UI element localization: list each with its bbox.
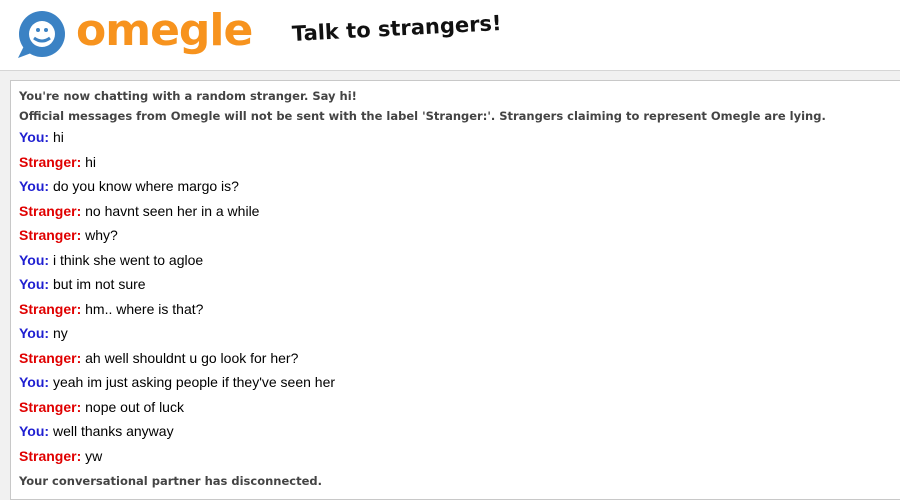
chat-message: You: hi (19, 129, 64, 145)
you-label: You: (19, 276, 50, 292)
chat-message: You: do you know where margo is? (19, 178, 239, 194)
stranger-label: Stranger: (19, 447, 82, 464)
message-text: well thanks anyway (49, 423, 174, 439)
chat-message: Stranger: hi (19, 154, 96, 170)
stranger-label: Stranger: (19, 349, 82, 366)
omegle-logo[interactable]: omegle (16, 5, 253, 62)
chat-message: You: yeah im just asking people if they'… (19, 374, 335, 390)
disconnect-message: Your conversational partner has disconne… (19, 474, 322, 488)
you-label: You: (19, 251, 50, 268)
message-text: nope out of luck (81, 398, 184, 415)
tagline: Talk to strangers! (291, 11, 503, 46)
chat-bubble-logo-icon (18, 11, 65, 58)
intro-message: You're now chatting with a random strang… (19, 89, 357, 103)
message-text: no havnt seen her in a while (81, 202, 260, 219)
chat-message: Stranger: ah well shouldnt u go look for… (19, 350, 298, 366)
chat-log[interactable]: You're now chatting with a random strang… (10, 80, 900, 500)
logo-text: omegle (76, 5, 253, 56)
stranger-label: Stranger: (19, 153, 82, 170)
chat-message: You: but im not sure (19, 276, 146, 292)
you-label: You: (19, 178, 50, 194)
you-label: You: (19, 325, 50, 341)
message-text: do you know where margo is? (49, 178, 239, 194)
message-text: hi (49, 129, 64, 145)
chat-message: You: i think she went to agloe (19, 252, 203, 268)
stranger-label: Stranger: (19, 398, 82, 415)
stranger-label: Stranger: (19, 300, 82, 317)
message-text: but im not sure (49, 276, 146, 292)
chat-message: Stranger: no havnt seen her in a while (19, 203, 259, 219)
stranger-label: Stranger: (19, 202, 82, 219)
you-label: You: (19, 423, 50, 439)
you-label: You: (19, 129, 50, 145)
chat-message: Stranger: hm.. where is that? (19, 301, 203, 317)
message-text: hm.. where is that? (81, 300, 204, 317)
you-label: You: (19, 374, 50, 390)
chat-message: Stranger: why? (19, 227, 118, 243)
message-text: ny (49, 325, 68, 341)
message-text: ah well shouldnt u go look for her? (81, 349, 299, 366)
official-notice: Official messages from Omegle will not b… (19, 109, 826, 123)
chat-message: You: well thanks anyway (19, 423, 174, 439)
site-header: omegle Talk to strangers! (0, 0, 900, 71)
chat-message: Stranger: yw (19, 448, 102, 464)
message-text: yeah im just asking people if they've se… (49, 374, 336, 390)
chat-message: Stranger: nope out of luck (19, 399, 184, 415)
message-text: hi (81, 153, 97, 170)
message-text: why? (81, 227, 118, 243)
message-text: yw (81, 447, 103, 464)
stranger-label: Stranger: (19, 227, 82, 243)
chat-message: You: ny (19, 325, 68, 341)
message-text: i think she went to agloe (49, 251, 204, 268)
